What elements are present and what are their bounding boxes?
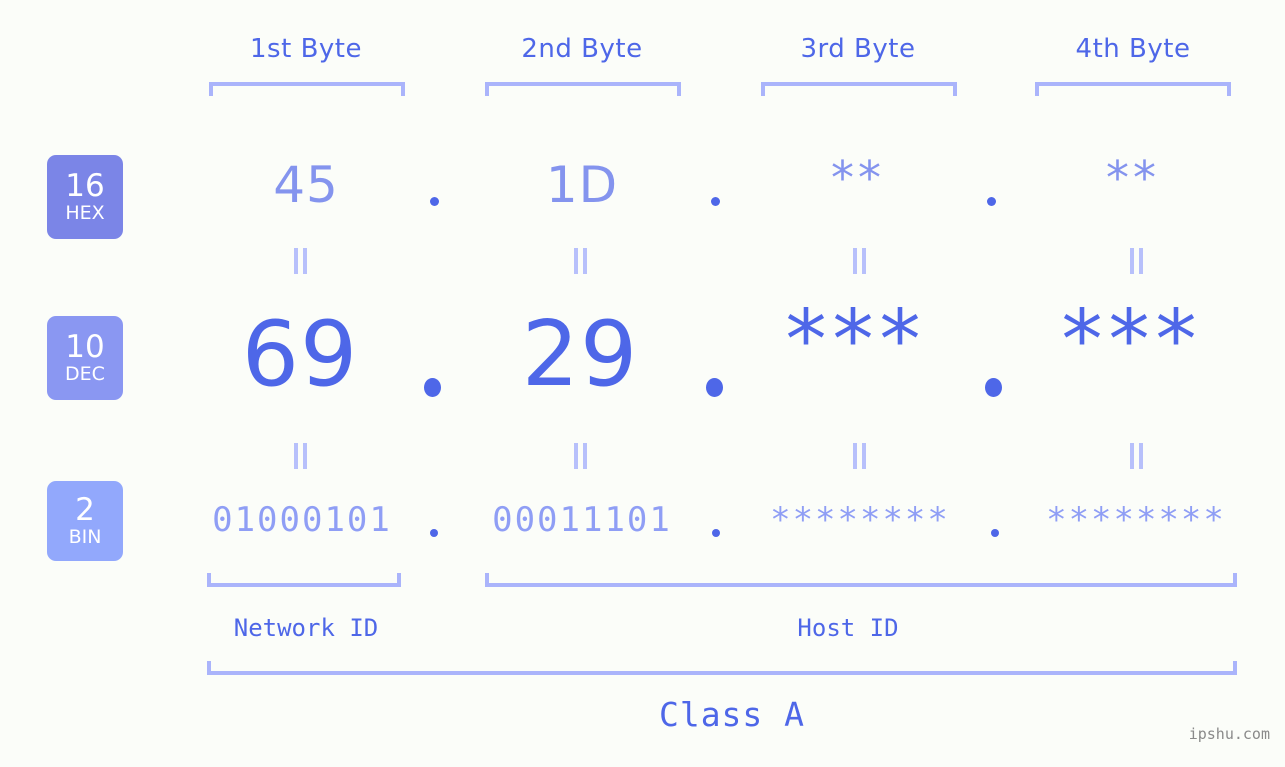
dec-byte-4: ***: [1061, 293, 1203, 388]
dec-separator-dot-1: [424, 378, 441, 397]
class-label: Class A: [658, 695, 806, 734]
equals-marker-dec-bin-2: [572, 443, 590, 469]
hex-separator-dot-3: [987, 197, 996, 206]
radix-badge-hex: 16 HEX: [47, 155, 123, 239]
byte-bracket-top-1: [209, 82, 405, 96]
bin-byte-4: ********: [1046, 500, 1226, 540]
hex-byte-1: 45: [273, 156, 339, 214]
radix-badge-bin-number: 2: [75, 491, 95, 528]
byte-header-2: 2nd Byte: [521, 34, 643, 64]
equals-marker-hex-dec-2: [572, 248, 590, 274]
hex-separator-dot-2: [711, 197, 720, 206]
radix-badge-bin-label: BIN: [68, 526, 102, 549]
byte-bracket-top-3: [761, 82, 957, 96]
dec-byte-3: ***: [785, 293, 927, 388]
bin-separator-dot-1: [430, 529, 438, 537]
dec-byte-2: 29: [521, 302, 639, 407]
radix-badge-dec-label: DEC: [65, 363, 105, 386]
network-id-bracket: [207, 573, 401, 587]
radix-badge-hex-number: 16: [65, 167, 105, 204]
dec-separator-dot-2: [706, 378, 723, 397]
radix-badge-dec-number: 10: [65, 328, 105, 365]
bin-byte-2: 00011101: [492, 500, 672, 540]
byte-bracket-top-4: [1035, 82, 1231, 96]
bin-separator-dot-2: [712, 529, 720, 537]
byte-header-1: 1st Byte: [250, 34, 362, 64]
byte-header-4: 4th Byte: [1075, 34, 1191, 64]
network-id-label: Network ID: [233, 614, 379, 642]
bin-byte-1: 01000101: [212, 500, 392, 540]
host-id-label: Host ID: [797, 614, 899, 642]
site-watermark: ipshu.com: [1188, 725, 1270, 743]
bin-byte-3: ********: [770, 500, 950, 540]
radix-badge-dec: 10 DEC: [47, 316, 123, 400]
equals-marker-hex-dec-1: [292, 248, 310, 274]
equals-marker-hex-dec-3: [851, 248, 869, 274]
bin-separator-dot-3: [991, 529, 999, 537]
equals-marker-hex-dec-4: [1128, 248, 1146, 274]
hex-separator-dot-1: [430, 197, 439, 206]
hex-byte-2: 1D: [545, 156, 619, 214]
equals-marker-dec-bin-3: [851, 443, 869, 469]
equals-marker-dec-bin-4: [1128, 443, 1146, 469]
dec-byte-1: 69: [241, 302, 359, 407]
byte-bracket-top-2: [485, 82, 681, 96]
equals-marker-dec-bin-1: [292, 443, 310, 469]
host-id-bracket: [485, 573, 1237, 587]
hex-byte-4: **: [1106, 151, 1160, 205]
radix-badge-hex-label: HEX: [65, 202, 105, 225]
hex-byte-3: **: [831, 151, 885, 205]
dec-separator-dot-3: [985, 378, 1002, 397]
class-bracket: [207, 661, 1237, 675]
radix-badge-bin: 2 BIN: [47, 481, 123, 561]
byte-header-3: 3rd Byte: [800, 34, 916, 64]
ip-address-breakdown-diagram: 1st Byte 2nd Byte 3rd Byte 4th Byte 16 H…: [0, 0, 1285, 767]
